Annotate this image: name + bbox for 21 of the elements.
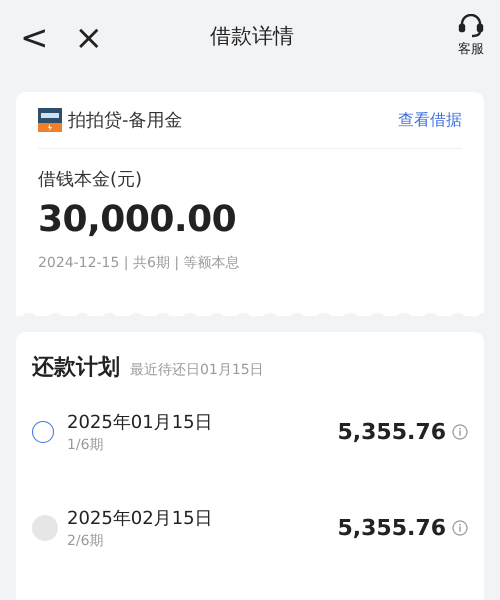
view-loan-link[interactable]: 查看借据 [398,110,462,130]
product-logo-icon [38,108,62,132]
installment-date: 2025年01月15日 [67,411,213,434]
info-icon[interactable] [452,520,468,536]
installment-amount: 5,355.76 [337,420,446,444]
installment-amount: 5,355.76 [337,516,446,540]
back-button[interactable]: < [20,21,48,55]
info-icon[interactable] [452,424,468,440]
customer-service-button[interactable]: 客服 [458,14,484,58]
page-title: 借款详情 [210,23,294,50]
installment-period: 1/6期 [67,436,105,454]
loan-meta: 2024-12-15 | 共6期 | 等额本息 [38,254,241,272]
installment-period: 2/6期 [67,532,105,550]
plan-subtitle: 最近待还日01月15日 [130,361,264,379]
principal-amount: 30,000.00 [38,199,238,240]
headset-icon [458,14,484,38]
product-name: 拍拍贷-备用金 [68,109,182,132]
close-button[interactable]: × [74,21,103,55]
principal-label: 借钱本金(元) [38,168,144,191]
installment-date: 2025年02月15日 [67,507,213,530]
plan-title: 还款计划 [32,354,120,382]
